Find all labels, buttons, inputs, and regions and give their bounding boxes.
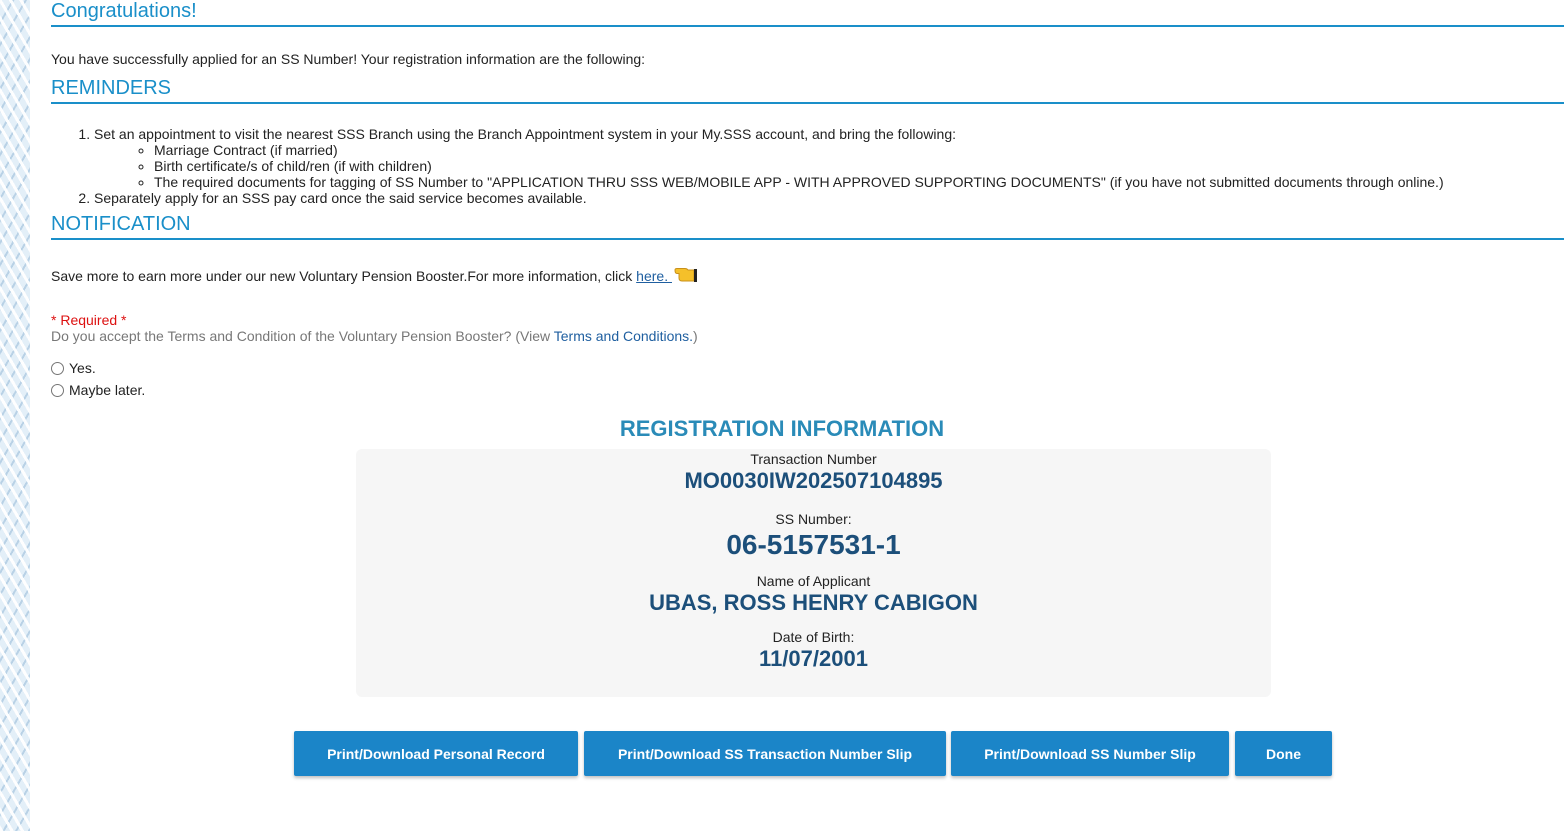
reminder-item: Set an appointment to visit the nearest … xyxy=(94,126,1564,190)
print-personal-record-button[interactable]: Print/Download Personal Record xyxy=(294,731,578,776)
yes-radio[interactable] xyxy=(51,361,64,375)
reminder-item: Separately apply for an SSS pay card onc… xyxy=(94,190,1564,206)
notification-title: NOTIFICATION xyxy=(51,212,1564,240)
radio-label-yes: Yes. xyxy=(69,360,96,376)
done-button[interactable]: Done xyxy=(1235,731,1332,776)
success-message: You have successfully applied for an SS … xyxy=(51,51,646,67)
radio-option-yes: Yes. xyxy=(51,357,1564,379)
registration-title: REGISTRATION INFORMATION xyxy=(619,416,945,441)
terms-and-conditions-link[interactable]: Terms and Conditions. xyxy=(554,328,693,344)
document-item: The required documents for tagging of SS… xyxy=(154,174,1564,190)
transaction-number-label: Transaction Number xyxy=(750,451,877,467)
date-of-birth-label: Date of Birth: xyxy=(772,629,855,645)
transaction-number-value: MO0030IW202507104895 xyxy=(684,468,943,493)
question-text: Do you accept the Terms and Condition of… xyxy=(51,328,554,344)
terms-question: Do you accept the Terms and Condition of… xyxy=(51,328,1564,344)
applicant-name-label: Name of Applicant xyxy=(756,573,871,589)
main-content: Congratulations! You have successfully a… xyxy=(51,0,1564,401)
document-item: Marriage Contract (if married) xyxy=(154,142,1564,158)
reminder-text: Set an appointment to visit the nearest … xyxy=(94,126,956,142)
congratulations-title: Congratulations! xyxy=(51,0,1564,27)
radio-option-maybe-later: Maybe later. xyxy=(51,379,1564,401)
print-transaction-slip-button[interactable]: Print/Download SS Transaction Number Sli… xyxy=(584,731,946,776)
registration-info-card: Transaction Number MO0030IW202507104895 … xyxy=(356,449,1271,697)
question-suffix: ) xyxy=(693,328,698,344)
applicant-name-value: UBAS, ROSS HENRY CABIGON xyxy=(649,590,978,615)
required-documents-list: Marriage Contract (if married) Birth cer… xyxy=(94,142,1564,190)
maybe-later-radio[interactable] xyxy=(51,383,64,397)
ss-number-label: SS Number: xyxy=(775,511,852,527)
pension-booster-message: Save more to earn more under our new Vol… xyxy=(51,265,1564,288)
notification-text: Save more to earn more under our new Vol… xyxy=(51,268,637,284)
date-of-birth-value: 11/07/2001 xyxy=(759,646,868,671)
print-ss-number-slip-button[interactable]: Print/Download SS Number Slip xyxy=(951,731,1229,776)
pointing-hand-icon xyxy=(674,265,698,288)
more-info-link[interactable]: here. xyxy=(636,268,672,284)
required-label: * Required * xyxy=(51,312,127,328)
reminders-title: REMINDERS xyxy=(51,76,1564,104)
ss-number-value: 06-5157531-1 xyxy=(726,529,901,560)
document-item: Birth certificate/s of child/ren (if wit… xyxy=(154,158,1564,174)
radio-label-maybe-later: Maybe later. xyxy=(69,382,146,398)
reminders-list: Set an appointment to visit the nearest … xyxy=(51,126,1564,206)
